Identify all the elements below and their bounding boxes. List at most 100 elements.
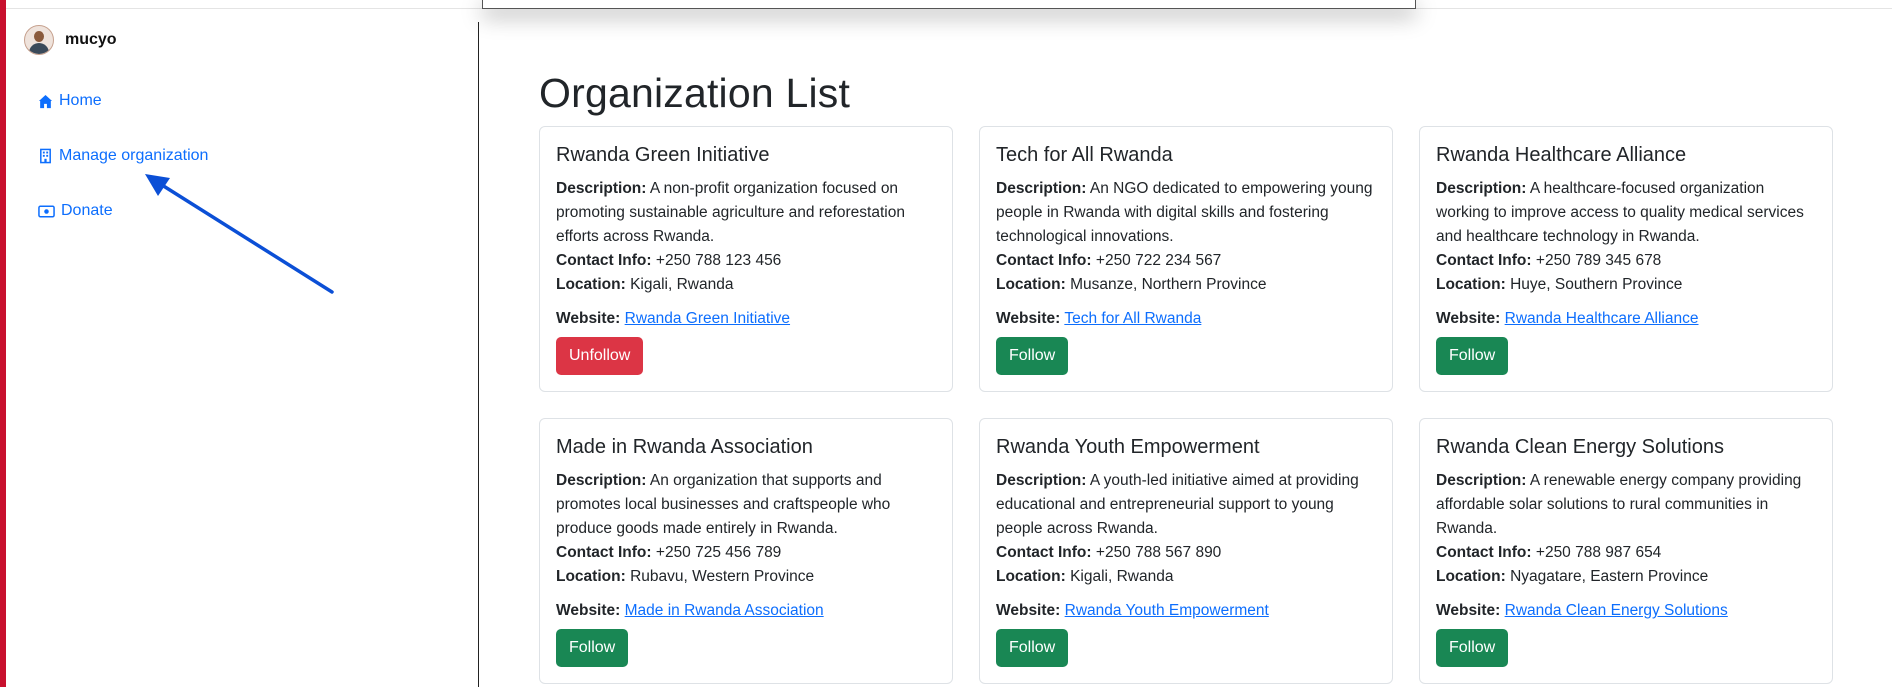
contact-label: Contact Info: <box>996 544 1092 561</box>
contact-row: Contact Info: +250 788 567 890 <box>996 541 1376 565</box>
annotation-arrow <box>145 174 334 294</box>
website-link[interactable]: Rwanda Green Initiative <box>625 310 790 327</box>
website-label: Website: <box>1436 310 1501 327</box>
house-icon <box>38 94 53 108</box>
location-value: Musanze, Northern Province <box>1070 276 1267 293</box>
location-row: Location: Rubavu, Western Province <box>556 565 936 589</box>
website-label: Website: <box>1436 602 1501 619</box>
follow-button[interactable]: Follow <box>1436 629 1509 667</box>
location-row: Location: Kigali, Rwanda <box>996 565 1376 589</box>
follow-button[interactable]: Follow <box>996 629 1069 667</box>
description-row: Description: A healthcare-focused organi… <box>1436 177 1816 249</box>
contact-label: Contact Info: <box>556 252 652 269</box>
location-value: Huye, Southern Province <box>1510 276 1683 293</box>
description-row: Description: An NGO dedicated to empower… <box>996 177 1376 249</box>
contact-row: Contact Info: +250 788 123 456 <box>556 249 936 273</box>
sidebar-item-label: Home <box>59 92 102 109</box>
location-value: Kigali, Rwanda <box>1070 568 1174 585</box>
website-link[interactable]: Rwanda Healthcare Alliance <box>1505 310 1699 327</box>
contact-row: Contact Info: +250 789 345 678 <box>1436 249 1816 273</box>
user-profile[interactable]: mucyo <box>24 25 117 55</box>
description-row: Description: An organization that suppor… <box>556 469 936 541</box>
website-label: Website: <box>996 602 1061 619</box>
contact-value: +250 788 987 654 <box>1535 544 1662 561</box>
location-row: Location: Huye, Southern Province <box>1436 273 1816 297</box>
organization-card: Tech for All Rwanda Description: An NGO … <box>979 126 1393 392</box>
website-row: Website: Rwanda Youth Empowerment <box>996 599 1376 623</box>
description-label: Description: <box>996 472 1087 489</box>
description-label: Description: <box>996 180 1087 197</box>
location-value: Nyagatare, Eastern Province <box>1510 568 1709 585</box>
description-row: Description: A non-profit organization f… <box>556 177 936 249</box>
website-label: Website: <box>556 602 621 619</box>
contact-label: Contact Info: <box>1436 252 1532 269</box>
description-label: Description: <box>1436 180 1527 197</box>
contact-value: +250 788 123 456 <box>655 252 782 269</box>
sidebar-item-donate[interactable]: Donate <box>38 202 113 220</box>
organization-name: Rwanda Healthcare Alliance <box>1436 144 1687 166</box>
website-label: Website: <box>556 310 621 327</box>
website-row: Website: Tech for All Rwanda <box>996 307 1376 331</box>
organization-card: Rwanda Healthcare Alliance Description: … <box>1419 126 1833 392</box>
description-label: Description: <box>556 180 647 197</box>
website-link[interactable]: Rwanda Youth Empowerment <box>1065 602 1269 619</box>
website-label: Website: <box>996 310 1061 327</box>
contact-value: +250 789 345 678 <box>1535 252 1662 269</box>
unfollow-button[interactable]: Unfollow <box>556 337 644 375</box>
description-row: Description: A youth-led initiative aime… <box>996 469 1376 541</box>
location-value: Rubavu, Western Province <box>630 568 815 585</box>
follow-button[interactable]: Follow <box>1436 337 1509 375</box>
contact-label: Contact Info: <box>556 544 652 561</box>
follow-button[interactable]: Follow <box>996 337 1069 375</box>
description-row: Description: A renewable energy company … <box>1436 469 1816 541</box>
sidebar-item-home[interactable]: Home <box>38 92 102 110</box>
avatar <box>24 25 54 55</box>
contact-row: Contact Info: +250 788 987 654 <box>1436 541 1816 565</box>
location-label: Location: <box>996 568 1066 585</box>
organization-name: Rwanda Clean Energy Solutions <box>1436 436 1724 458</box>
sidebar-divider <box>478 22 479 687</box>
description-label: Description: <box>556 472 647 489</box>
sidebar <box>6 22 478 687</box>
contact-value: +250 788 567 890 <box>1095 544 1222 561</box>
username: mucyo <box>65 31 117 48</box>
contact-row: Contact Info: +250 725 456 789 <box>556 541 936 565</box>
location-label: Location: <box>996 276 1066 293</box>
contact-label: Contact Info: <box>996 252 1092 269</box>
location-row: Location: Musanze, Northern Province <box>996 273 1376 297</box>
contact-label: Contact Info: <box>1436 544 1532 561</box>
description-label: Description: <box>1436 472 1527 489</box>
location-label: Location: <box>1436 568 1506 585</box>
organization-card: Rwanda Green Initiative Description: A n… <box>539 126 953 392</box>
location-label: Location: <box>556 276 626 293</box>
website-link[interactable]: Made in Rwanda Association <box>625 602 824 619</box>
website-link[interactable]: Tech for All Rwanda <box>1064 310 1201 327</box>
website-row: Website: Made in Rwanda Association <box>556 599 936 623</box>
organization-card: Rwanda Youth Empowerment Description: A … <box>979 418 1393 684</box>
location-label: Location: <box>1436 276 1506 293</box>
website-row: Website: Rwanda Clean Energy Solutions <box>1436 599 1816 623</box>
follow-button[interactable]: Follow <box>556 629 629 667</box>
building-icon <box>40 148 51 164</box>
website-link[interactable]: Rwanda Clean Energy Solutions <box>1505 602 1728 619</box>
organization-card: Rwanda Clean Energy Solutions Descriptio… <box>1419 418 1833 684</box>
location-value: Kigali, Rwanda <box>630 276 734 293</box>
organization-card: Made in Rwanda Association Description: … <box>539 418 953 684</box>
contact-value: +250 722 234 567 <box>1095 252 1222 269</box>
page-title: Organization List <box>539 70 851 116</box>
cash-icon <box>38 205 55 217</box>
sidebar-item-label: Donate <box>61 202 113 219</box>
location-row: Location: Nyagatare, Eastern Province <box>1436 565 1816 589</box>
contact-row: Contact Info: +250 722 234 567 <box>996 249 1376 273</box>
location-label: Location: <box>556 568 626 585</box>
website-row: Website: Rwanda Green Initiative <box>556 307 936 331</box>
location-row: Location: Kigali, Rwanda <box>556 273 936 297</box>
contact-value: +250 725 456 789 <box>655 544 782 561</box>
sidebar-item-label: Manage organization <box>59 147 209 164</box>
main-content: Organization List Rwanda Green Initiativ… <box>539 0 1892 687</box>
sidebar-item-manage-organization[interactable]: Manage organization <box>38 147 208 165</box>
organization-name: Made in Rwanda Association <box>556 436 813 458</box>
organization-name: Tech for All Rwanda <box>996 144 1173 166</box>
organization-name: Rwanda Youth Empowerment <box>996 436 1260 458</box>
website-row: Website: Rwanda Healthcare Alliance <box>1436 307 1816 331</box>
